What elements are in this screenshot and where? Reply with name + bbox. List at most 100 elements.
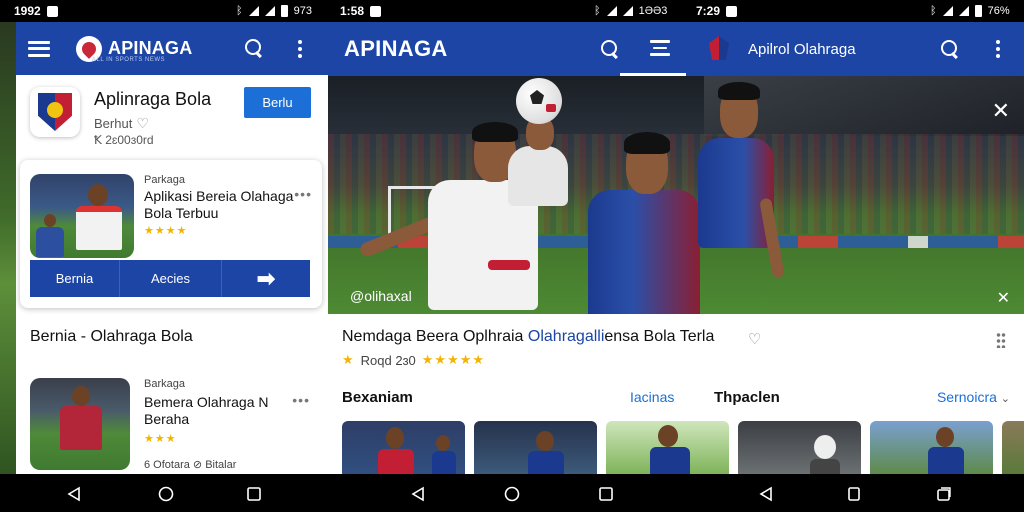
see-more-link[interactable]: Sernoicra ⌄ <box>937 389 1010 405</box>
search-icon[interactable] <box>600 39 620 59</box>
thumbnail-card[interactable] <box>342 421 465 474</box>
home-icon[interactable] <box>158 486 174 502</box>
battery-text: 973 <box>293 5 312 17</box>
status-time: 7:29 <box>696 4 721 18</box>
action-access[interactable]: Aecies <box>120 260 222 297</box>
thumbnail-row <box>342 421 1024 474</box>
app-icon <box>30 87 80 137</box>
list-item-meta: 6 Ofotara ⊘ Bitalar <box>144 459 237 471</box>
recents-icon[interactable] <box>246 486 262 502</box>
signal-icon <box>264 6 275 16</box>
article-title-main: Nemdaga Beera Oplhraia <box>342 328 528 345</box>
app-name: Aplinraga Bola <box>94 89 212 109</box>
drag-handle-icon[interactable] <box>996 332 1006 348</box>
card-action-bar: Bernia Aecies ➡ <box>30 260 310 297</box>
back-icon[interactable] <box>66 486 82 502</box>
background-field <box>0 0 16 474</box>
bluetooth-icon: ᛒ <box>594 5 601 17</box>
signal-icon <box>622 6 633 16</box>
notification-icon <box>726 5 738 17</box>
hero-image[interactable]: ✕ @olihaxal ✕ <box>328 76 1024 314</box>
status-time: 1992 <box>14 4 41 18</box>
app-bar: APINAGA ALL IN SPORTS NEWS <box>16 22 328 75</box>
card-rating: ★★★★ <box>144 225 188 237</box>
battery-text: 1ƏƏ3 <box>638 5 668 17</box>
search-icon[interactable] <box>244 38 264 58</box>
app-subtitle: Berhut ♡ <box>94 115 149 132</box>
menu-icon[interactable] <box>28 40 50 57</box>
thumbnail-card[interactable] <box>1002 421 1024 474</box>
status-bar: 1992 ᛒ 973 1:58 ᛒ 1ƏƏ3 7:29 ᛒ 76% <box>0 0 1024 22</box>
rating-stars: ★★★★★ <box>421 352 486 367</box>
right-screen: APINAGA Apilrol Olahraga ✕ @olihaxal ✕ N… <box>328 22 1024 474</box>
logo-icon <box>706 34 732 62</box>
more-horiz-icon[interactable]: ••• <box>294 186 312 202</box>
star-icon: ★ <box>342 352 355 367</box>
search-icon[interactable] <box>940 39 960 59</box>
more-vert-icon[interactable] <box>298 40 302 58</box>
wifi-icon <box>942 6 953 16</box>
close-icon[interactable]: ✕ <box>992 98 1010 124</box>
install-button[interactable]: Berlu <box>244 87 311 118</box>
article-title[interactable]: Nemdaga Beera Oplhraia Olahragalliensa B… <box>342 328 714 346</box>
featured-card[interactable]: Parkaga Aplikasi Bereia Olahaga Bola Ter… <box>20 160 322 308</box>
status-time: 1:58 <box>340 4 365 18</box>
status-segment-3: 7:29 <box>696 0 738 22</box>
card-thumbnail <box>30 174 134 258</box>
arrow-right-icon[interactable]: ➡ <box>222 260 310 297</box>
app-download-count: Ꝁ 2ɛ00ɜ0rd <box>94 133 154 147</box>
tune-icon[interactable] <box>650 40 670 58</box>
section-header-middle[interactable]: Iacinas <box>630 389 674 405</box>
recents-icon[interactable] <box>598 486 614 502</box>
brand-title: APINAGA <box>108 38 193 58</box>
battery-text: 76% <box>987 5 1010 17</box>
app-header: Aplinraga Bola Berhut ♡ Ꝁ 2ɛ00ɜ0rd Berlu <box>16 75 328 159</box>
brand-tagline: ALL IN SPORTS NEWS <box>92 57 166 63</box>
back-icon[interactable] <box>410 486 426 502</box>
thumbnail-card[interactable] <box>606 421 729 474</box>
list-item-category: Barkaga <box>144 378 185 390</box>
more-horiz-icon[interactable]: ••• <box>292 392 310 408</box>
chevron-down-icon: ⌄ <box>1000 393 1010 405</box>
left-screen: APINAGA ALL IN SPORTS NEWS Aplinraga Bol… <box>16 22 328 474</box>
status-segment-1: 1992 <box>14 0 58 22</box>
back-icon[interactable] <box>758 486 774 502</box>
action-news[interactable]: Bernia <box>30 260 120 297</box>
section-header-right[interactable]: Thpaclen <box>714 389 780 406</box>
navigation-bar <box>0 474 1024 512</box>
thumbnail-card[interactable] <box>870 421 993 474</box>
recents-icon[interactable] <box>936 486 952 502</box>
expand-icon[interactable]: ✕ <box>997 288 1010 308</box>
notification-icon <box>46 5 58 17</box>
list-item-title[interactable]: Bemera Olahraga N Beraha <box>144 394 284 428</box>
home-icon[interactable] <box>846 486 862 502</box>
thumbnail-card[interactable] <box>738 421 861 474</box>
status-segment-3-right: ᛒ 76% <box>930 0 1010 22</box>
heart-icon[interactable]: ♡ <box>136 115 149 132</box>
card-category: Parkaga <box>144 174 185 186</box>
bluetooth-icon: ᛒ <box>930 5 937 17</box>
thumbnail-card[interactable] <box>474 421 597 474</box>
brand-title: APINAGA <box>344 36 448 61</box>
article-title-end: ensa Bola Terla <box>604 328 715 345</box>
heart-icon[interactable]: ♡ <box>748 330 761 348</box>
app-bar: APINAGA Apilrol Olahraga <box>328 22 1024 76</box>
more-vert-icon[interactable] <box>996 40 1000 58</box>
see-more-label: Sernoicra <box>936 389 997 405</box>
notification-icon <box>370 5 382 17</box>
brand-subtitle: Apilrol Olahraga <box>748 41 856 58</box>
home-icon[interactable] <box>504 486 520 502</box>
status-segment-2-right: ᛒ 1ƏƏ3 <box>594 0 667 22</box>
signal-icon <box>958 6 969 16</box>
soccer-ball <box>516 78 562 124</box>
hero-caption: @olihaxal <box>350 288 412 304</box>
list-item-thumbnail[interactable] <box>30 378 130 470</box>
article-rating: ★ Roqd 2ɜ0 ★★★★★ <box>342 352 485 368</box>
battery-icon <box>280 5 288 17</box>
shield-logo-icon <box>38 93 72 131</box>
status-segment-1-right: ᛒ 973 <box>236 0 312 22</box>
section-title: Bernia - Olahraga Bola <box>30 328 193 345</box>
list-item-rating: ★★★ <box>144 433 177 445</box>
section-header-left[interactable]: Bexaniam <box>342 389 413 406</box>
status-segment-2: 1:58 <box>340 0 382 22</box>
